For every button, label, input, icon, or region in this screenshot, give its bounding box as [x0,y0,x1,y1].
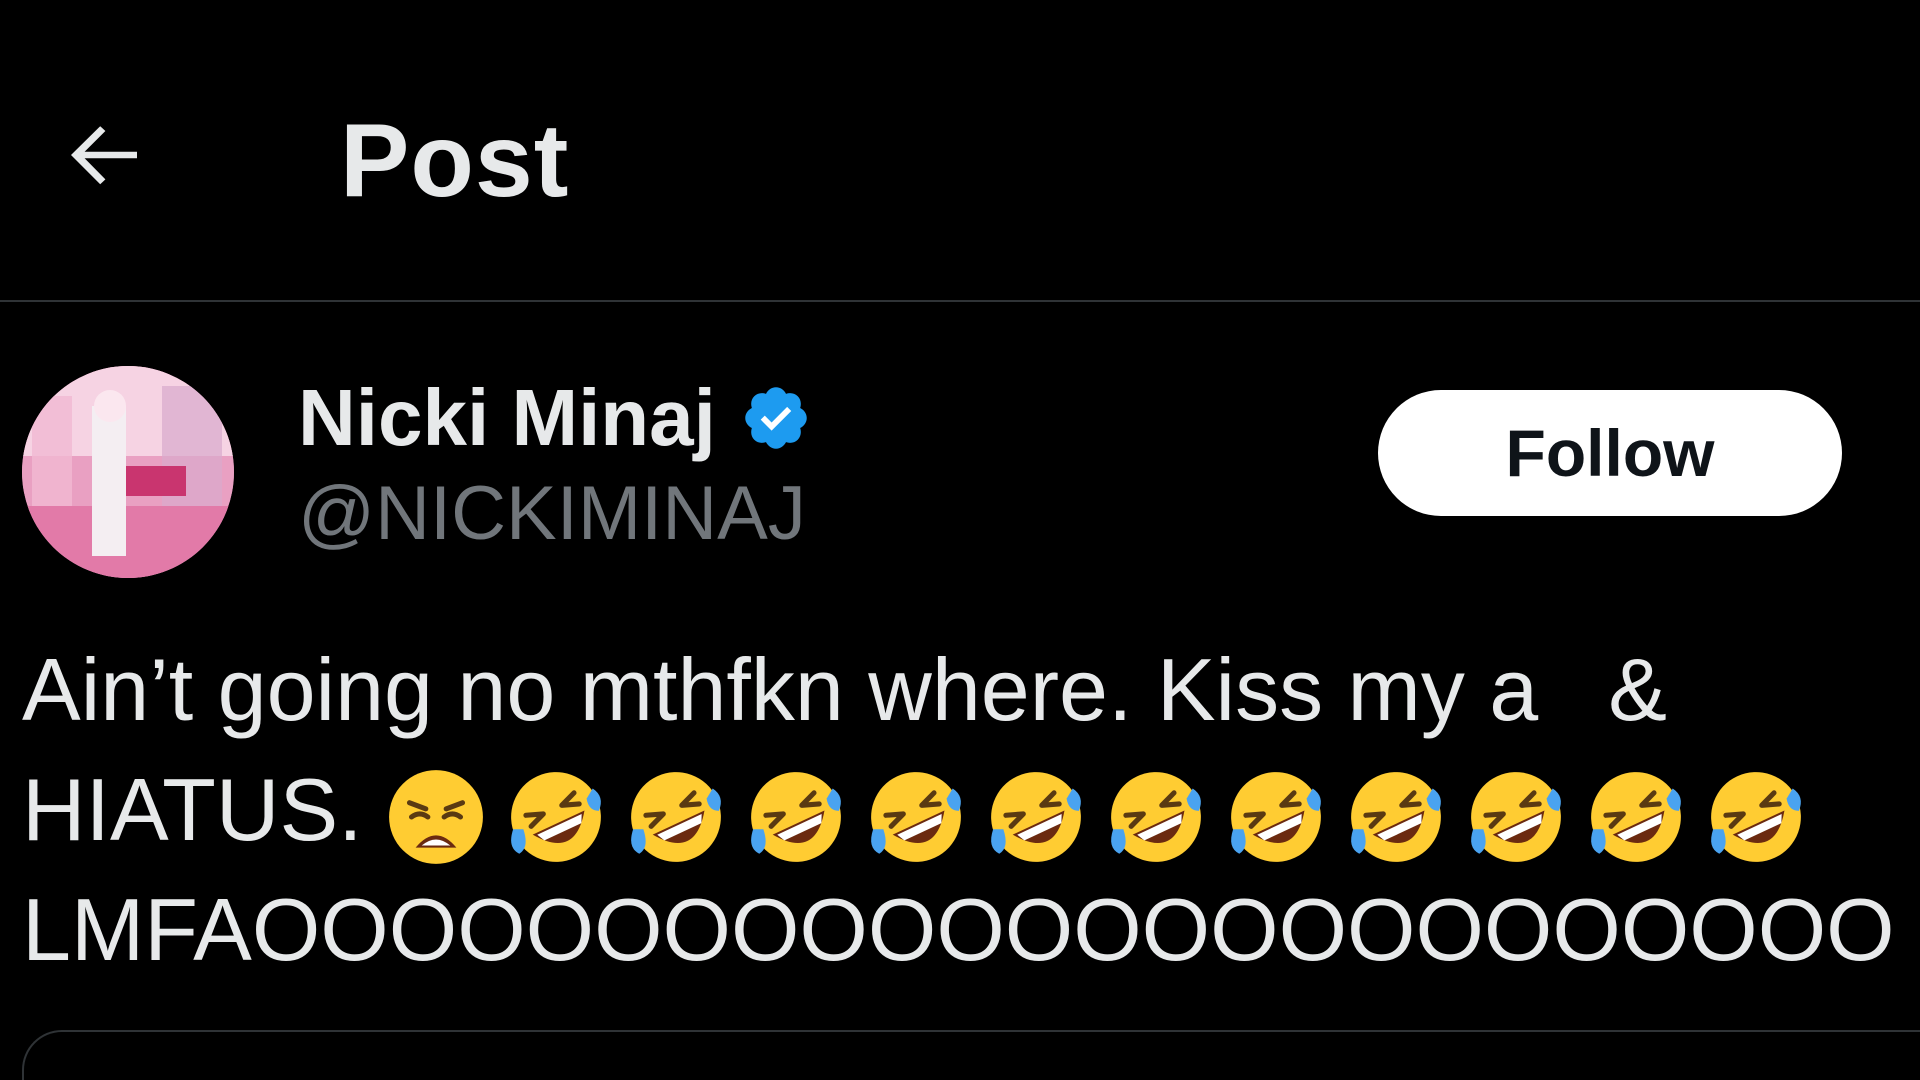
rolling-on-floor-laughing-icon [1110,771,1201,862]
post-line-1: Ain’t going no mthfkn where. Kiss my a & [22,630,1902,750]
back-button[interactable] [50,100,160,210]
rolling-on-floor-laughing-icon [870,771,961,862]
rolling-on-floor-laughing-icon [1230,771,1321,862]
rolling-on-floor-laughing-icon [1590,771,1681,862]
post-line-3: LMFAOOOOOOOOOOOOOOOOOOOOOOOO [22,880,1895,979]
arrow-left-icon [71,126,137,185]
avatar-image [22,366,234,578]
weary-face-icon [388,769,483,864]
rolling-on-floor-laughing-icon [510,771,601,862]
page-title: Post [340,103,570,219]
quoted-card-edge [22,1030,1920,1080]
user-handle[interactable]: @NICKIMINAJ [298,472,806,556]
rolling-on-floor-laughing-icon [990,771,1081,862]
rolling-on-floor-laughing-icon [750,771,841,862]
display-name[interactable]: Nicki Minaj [298,374,716,462]
post-text-line1b: & [1608,640,1667,739]
rolling-on-floor-laughing-icon [1710,771,1801,862]
post-header: Post [0,0,1920,302]
verified-badge-icon [740,382,812,454]
display-name-wrap: Nicki Minaj [298,374,812,462]
post-text-line1a: Ain’t going no mthfkn where. Kiss my a [22,640,1539,739]
rolling-on-floor-laughing-icon [1470,771,1561,862]
emoji-row [385,766,1807,868]
post-text-line2: HIATUS. [22,760,363,859]
rolling-on-floor-laughing-icon [630,771,721,862]
rolling-on-floor-laughing-icon [1350,771,1441,862]
author-row: Nicki Minaj @NICKIMINAJ Follow [0,360,1920,580]
post-body: Ain’t going no mthfkn where. Kiss my a & … [22,630,1902,990]
post-line-2: HIATUS. [22,750,1902,870]
avatar[interactable] [22,366,234,578]
follow-button[interactable]: Follow [1378,390,1842,516]
